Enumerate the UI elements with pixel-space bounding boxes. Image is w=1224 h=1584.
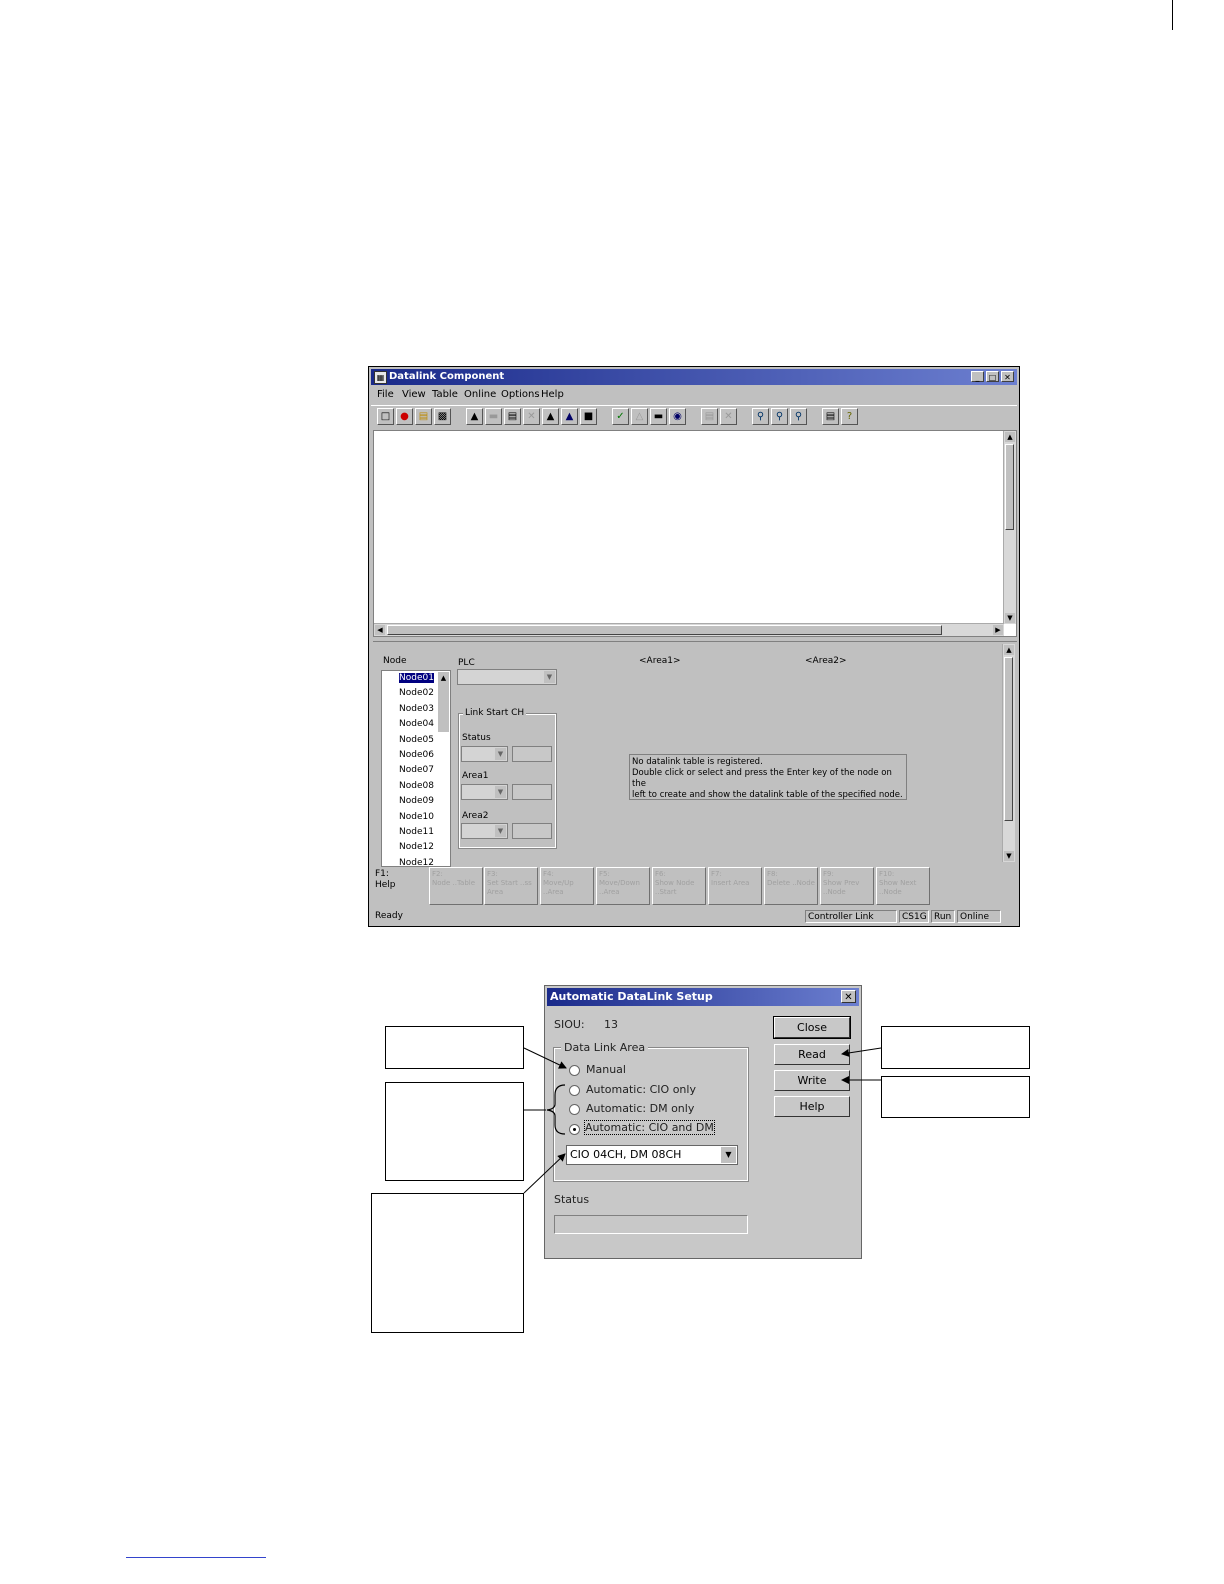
arrow-to-area-combo (523, 1153, 566, 1194)
arrow-to-read (841, 1047, 882, 1057)
arrow-to-manual (523, 1047, 567, 1069)
callout-arrows (523, 1047, 882, 1194)
brace-automatic-options (546, 1084, 566, 1135)
page-rule-bottom (126, 1557, 266, 1558)
